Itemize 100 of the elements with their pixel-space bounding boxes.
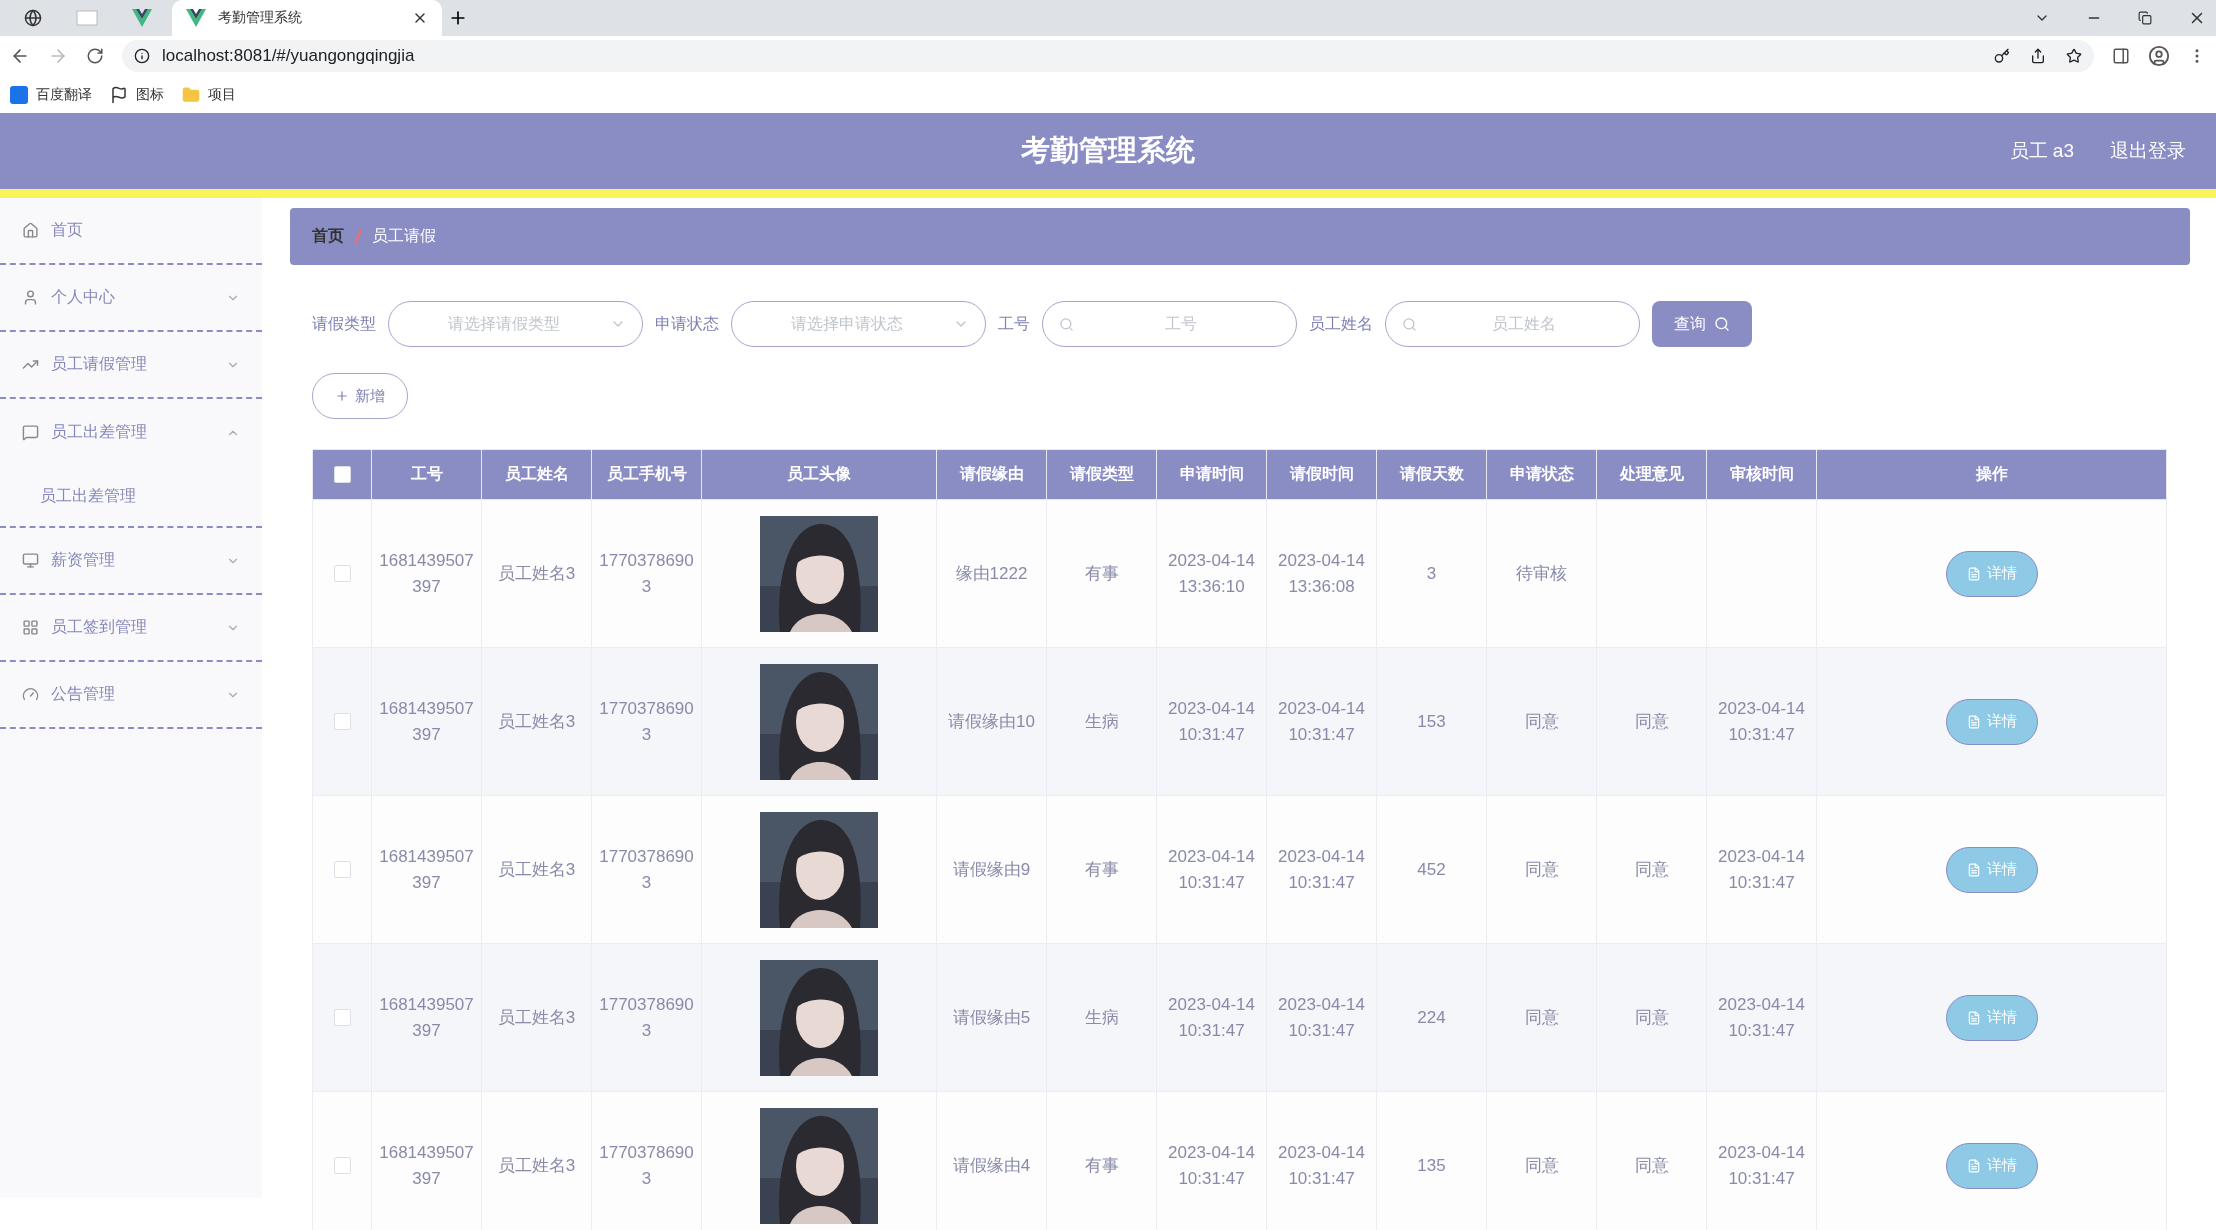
table-cell: 缘由1222	[936, 499, 1047, 648]
column-header: 请假时间	[1266, 449, 1377, 500]
column-header: 请假天数	[1376, 449, 1487, 500]
table-cell: 同意	[1486, 795, 1597, 944]
document-icon	[1966, 1010, 1981, 1025]
sidebar-item[interactable]: 首页	[0, 198, 262, 265]
detail-button[interactable]: 详情	[1945, 846, 2038, 893]
table-cell: 224	[1376, 943, 1487, 1092]
table-cell: 17703786903	[591, 943, 702, 1092]
folder-icon	[182, 85, 200, 104]
add-button[interactable]: 新增	[312, 373, 408, 419]
sidebar-item[interactable]: 员工出差管理	[0, 399, 262, 466]
table-cell: 2023-04-14 10:31:47	[1266, 795, 1377, 944]
table-cell: 17703786903	[591, 795, 702, 944]
document-icon	[1966, 1158, 1981, 1173]
vue-icon	[132, 9, 152, 27]
column-header: 审核时间	[1706, 449, 1817, 500]
select-all-checkbox[interactable]	[333, 466, 351, 483]
table-cell: 同意	[1486, 647, 1597, 796]
info-icon[interactable]	[134, 48, 150, 64]
column-header: 工号	[371, 449, 482, 500]
table-cell: 同意	[1596, 795, 1707, 944]
table-cell: 452	[1376, 795, 1487, 944]
filter-label: 请假类型	[312, 313, 376, 334]
breadcrumb-current: 员工请假	[372, 226, 436, 246]
app-title: 考勤管理系统	[1021, 133, 1195, 168]
column-header: 处理意见	[1596, 449, 1707, 500]
vue-icon	[186, 9, 206, 27]
blank-icon	[76, 10, 98, 26]
chat-icon	[22, 424, 39, 441]
sidebar-item[interactable]: 个人中心	[0, 265, 262, 332]
row-checkbox[interactable]	[333, 1009, 351, 1026]
table-cell: 153	[1376, 647, 1487, 796]
detail-button[interactable]: 详情	[1945, 550, 2038, 597]
table-cell: 有事	[1046, 499, 1157, 648]
filter-label: 申请状态	[655, 313, 719, 334]
table-cell: 2023-04-14 10:31:47	[1266, 943, 1377, 1092]
table-cell: 2023-04-14 10:31:47	[1156, 943, 1267, 1092]
column-header: 员工姓名	[481, 449, 592, 500]
sidebar-item[interactable]: 员工签到管理	[0, 595, 262, 662]
home-icon	[22, 222, 39, 239]
table-cell: 2023-04-14 10:31:47	[1266, 647, 1377, 796]
side-panel-icon[interactable]	[2112, 47, 2130, 65]
sidebar-item[interactable]: 员工请假管理	[0, 332, 262, 399]
sidebar-item[interactable]: 公告管理	[0, 662, 262, 729]
sidebar-item[interactable]: 薪资管理	[0, 528, 262, 595]
bookmark[interactable]: 百度翻译	[10, 85, 92, 104]
restore-icon[interactable]	[2138, 11, 2152, 25]
key-icon[interactable]	[1994, 48, 2010, 64]
table-cell: 1681439507397	[371, 943, 482, 1092]
breadcrumb-link[interactable]: 首页	[312, 226, 344, 247]
reload-icon[interactable]	[86, 47, 104, 65]
table-cell: 员工姓名3	[481, 943, 592, 1092]
address-bar[interactable]: localhost:8081/#/yuangongqingjia	[122, 40, 2094, 72]
table-cell: 请假缘由10	[936, 647, 1047, 796]
search-button[interactable]: 查询	[1652, 301, 1752, 347]
filter-label: 工号	[998, 313, 1030, 334]
table-cell: 生病	[1046, 647, 1157, 796]
table-cell: 17703786903	[591, 499, 702, 648]
search-icon	[1059, 316, 1074, 332]
table-cell: 同意	[1596, 647, 1707, 796]
plus-icon	[335, 389, 349, 403]
table-cell: 1681439507397	[371, 499, 482, 648]
row-checkbox[interactable]	[333, 565, 351, 582]
browser-tab[interactable]: 考勤管理系统	[172, 0, 442, 36]
table-cell: 3	[1376, 499, 1487, 648]
table-cell: 2023-04-14 10:31:47	[1706, 943, 1817, 1092]
logout-link[interactable]: 退出登录	[2110, 138, 2186, 164]
detail-button[interactable]: 详情	[1945, 1142, 2038, 1189]
sidebar-subitem[interactable]: 员工出差管理	[0, 466, 262, 526]
column-header: 请假类型	[1046, 449, 1157, 500]
search-icon	[1402, 316, 1417, 332]
star-icon[interactable]	[2066, 48, 2082, 64]
detail-button[interactable]: 详情	[1945, 994, 2038, 1041]
table-cell: 2023-04-14 10:31:47	[1156, 795, 1267, 944]
filter-label: 员工姓名	[1309, 313, 1373, 334]
column-header: 申请时间	[1156, 449, 1267, 500]
table-cell: 员工姓名3	[481, 499, 592, 648]
row-checkbox[interactable]	[333, 861, 351, 878]
monitor-icon	[22, 552, 39, 569]
flag-icon	[110, 85, 128, 104]
table-cell: 请假缘由9	[936, 795, 1047, 944]
document-icon	[1966, 714, 1981, 729]
share-icon[interactable]	[2030, 48, 2046, 64]
detail-button[interactable]: 详情	[1945, 698, 2038, 745]
user-icon	[22, 289, 39, 306]
row-checkbox[interactable]	[333, 1157, 351, 1174]
table-cell: 1681439507397	[371, 647, 482, 796]
table-cell: 2023-04-14 13:36:10	[1156, 499, 1267, 648]
table-cell: 待审核	[1486, 499, 1597, 648]
column-header: 员工手机号	[591, 449, 702, 500]
bookmark[interactable]: 图标	[110, 85, 164, 104]
table-cell: 同意	[1486, 943, 1597, 1092]
document-icon	[1966, 566, 1981, 581]
bookmark[interactable]: 项目	[182, 85, 236, 104]
row-checkbox[interactable]	[333, 713, 351, 730]
table-cell: 同意	[1596, 943, 1707, 1092]
document-icon	[1966, 862, 1981, 877]
column-header: 员工头像	[701, 449, 937, 500]
profile-icon[interactable]	[2148, 45, 2170, 67]
